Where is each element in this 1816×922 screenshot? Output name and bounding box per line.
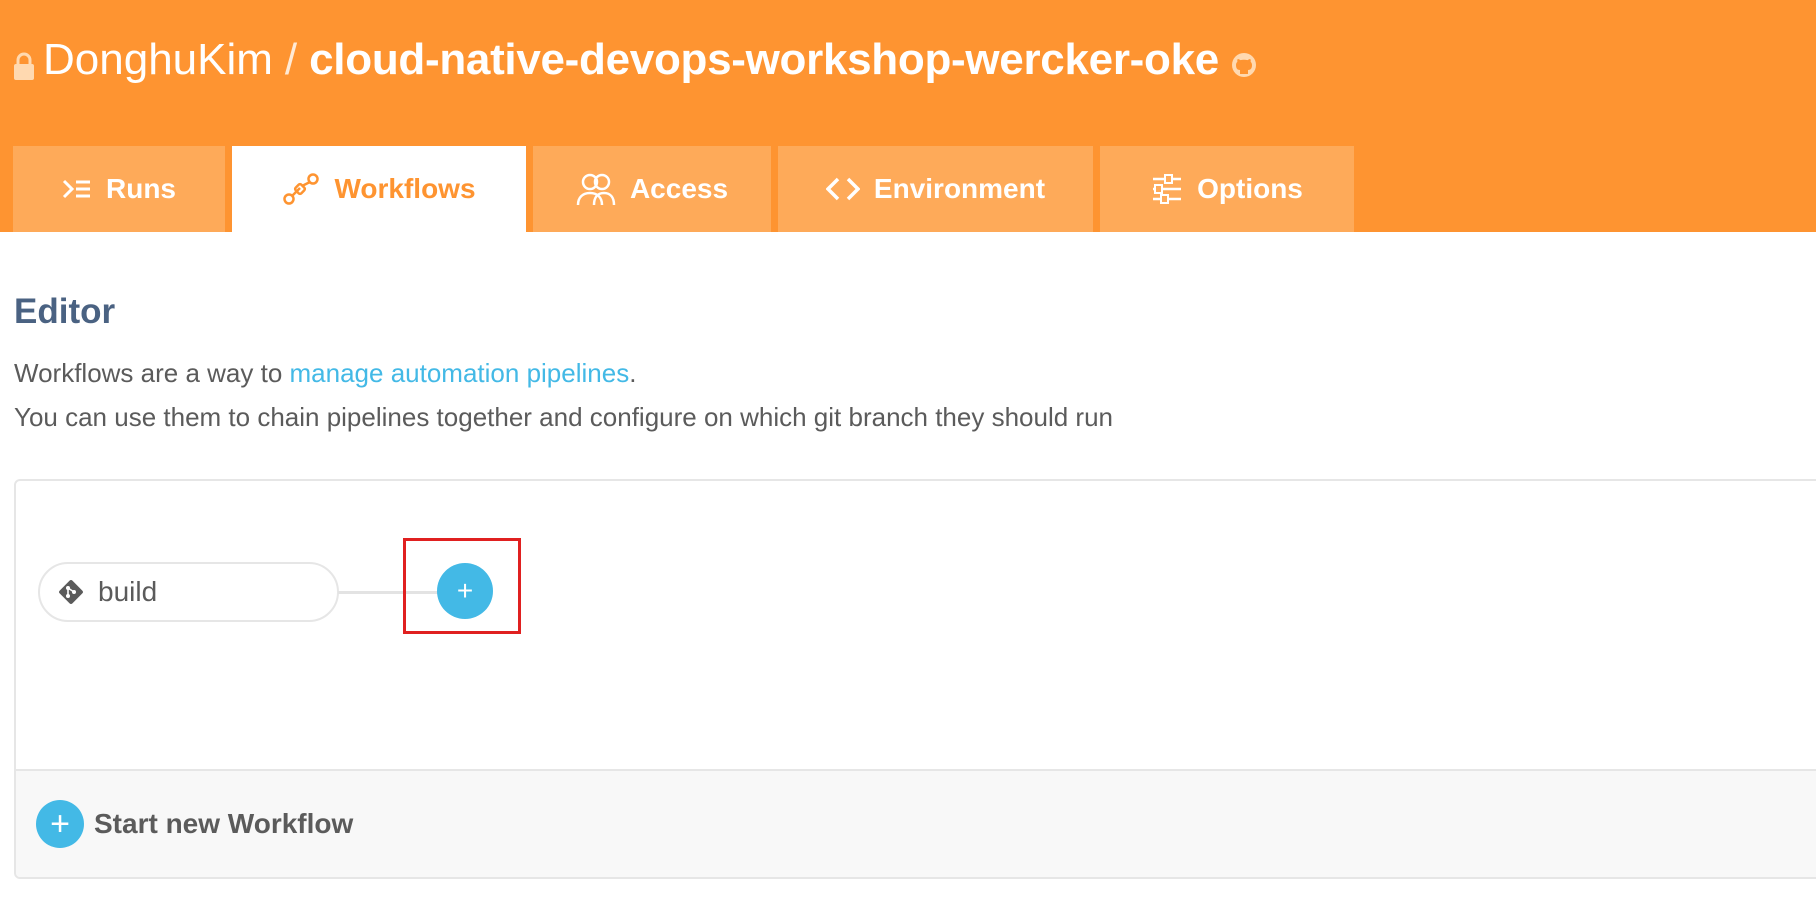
sliders-icon bbox=[1153, 174, 1182, 204]
tab-access-label: Access bbox=[629, 173, 729, 204]
manage-pipelines-link[interactable]: manage automation pipelines bbox=[290, 358, 630, 388]
start-new-workflow-label: Start new Workflow bbox=[94, 808, 354, 839]
tab-environment[interactable]: Environment bbox=[778, 146, 1093, 232]
tab-environment-label: Environment bbox=[873, 173, 1046, 204]
tab-bar: Runs Workflows Access Environment Option… bbox=[13, 146, 1361, 232]
editor-description-line1: Workflows are a way to manage automation… bbox=[14, 358, 636, 389]
github-icon[interactable] bbox=[1231, 52, 1257, 78]
start-new-workflow-button[interactable]: + Start new Workflow bbox=[16, 769, 1816, 877]
git-icon bbox=[59, 580, 83, 604]
tab-runs[interactable]: Runs bbox=[13, 146, 225, 232]
editor-heading: Editor bbox=[14, 292, 116, 331]
workflow-canvas: build + bbox=[16, 481, 1816, 769]
tab-workflows-label: Workflows bbox=[334, 173, 476, 204]
tab-runs-label: Runs bbox=[106, 173, 176, 204]
editor-description-line2: You can use them to chain pipelines toge… bbox=[14, 402, 1113, 432]
title-separator: / bbox=[284, 35, 298, 84]
tab-access[interactable]: Access bbox=[533, 146, 771, 232]
workflow-editor-panel: build + + Start new Workflow bbox=[14, 479, 1816, 879]
app-header: DonghuKim / cloud-native-devops-workshop… bbox=[0, 0, 1816, 232]
description-suffix: . bbox=[629, 358, 637, 388]
access-icon bbox=[576, 173, 616, 206]
pipeline-node-build[interactable]: build bbox=[38, 562, 339, 622]
workflows-icon bbox=[283, 173, 320, 205]
plus-icon: + bbox=[36, 800, 84, 848]
lock-icon bbox=[14, 52, 34, 80]
description-prefix: Workflows are a way to bbox=[14, 358, 290, 388]
runs-icon bbox=[62, 179, 90, 199]
repo-name: cloud-native-devops-workshop-wercker-oke bbox=[309, 35, 1219, 84]
code-brackets-icon bbox=[825, 177, 860, 201]
pipeline-node-label: build bbox=[98, 576, 158, 607]
tab-options-label: Options bbox=[1197, 173, 1303, 204]
tab-options[interactable]: Options bbox=[1100, 146, 1354, 232]
tab-workflows[interactable]: Workflows bbox=[232, 146, 526, 232]
repo-title: DonghuKim / cloud-native-devops-workshop… bbox=[13, 30, 1257, 90]
add-pipeline-button[interactable]: + bbox=[437, 563, 493, 619]
repo-owner-link[interactable]: DonghuKim bbox=[43, 35, 273, 85]
